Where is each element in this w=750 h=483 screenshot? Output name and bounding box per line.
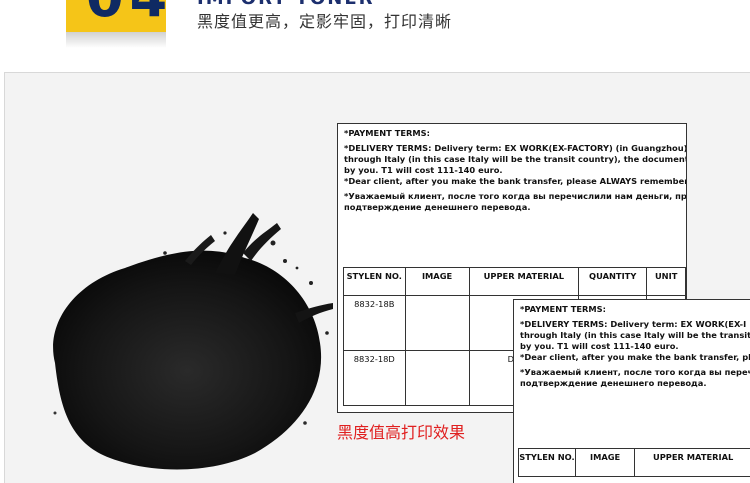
product-showcase-panel: *PAYMENT TERMS: *DELIVERY TERMS: Deliver… [4, 72, 750, 483]
table-header-row: STYLEN NO. IMAGE UPPER MATERIAL [518, 448, 750, 477]
sheet-line: *Dear client, after you make the bank tr… [344, 176, 687, 186]
print-sample-sheet-overlay: *PAYMENT TERMS: *DELIVERY TERMS: Deliver… [513, 299, 750, 483]
section-header: 04 IMPORT TONER 黑度值更高，定影牢固，打印清晰 [0, 0, 750, 66]
sheet-line: *Уважаемый клиент, после того когда вы п… [520, 367, 750, 377]
table-cell: 8832-18D [343, 350, 406, 406]
sheet-line: through Italy (in this case Italy will b… [520, 330, 750, 340]
column-header: IMAGE [404, 267, 470, 296]
column-header: STYLEN NO. [518, 448, 576, 477]
column-header: QUANTITY [578, 267, 648, 296]
sheet-line: *DELIVERY TERMS: Delivery term: EX WORK(… [520, 319, 747, 329]
column-header: UPPER MATERIAL [468, 267, 580, 296]
table-cell: 8832-18B [343, 295, 406, 351]
sheet-line: *DELIVERY TERMS: Delivery term: EX WORK(… [344, 143, 687, 153]
table-cell [404, 295, 470, 351]
column-header: UPPER MATERIAL [634, 448, 750, 477]
section-subtitle: 黑度值更高，定影牢固，打印清晰 [197, 12, 453, 31]
sheet-line: подтверждение денешнего перевода. [344, 202, 531, 212]
sheet-line: by you. T1 will cost 111-140 euro. [520, 341, 679, 351]
toner-powder-image [53, 213, 333, 470]
badge-shadow [66, 32, 166, 48]
column-header: IMAGE [574, 448, 636, 477]
sheet-line: подтверждение денешнего перевода. [520, 378, 707, 388]
column-header: UNIT [646, 267, 686, 296]
product-table-overlay: STYLEN NO. IMAGE UPPER MATERIAL [518, 448, 750, 477]
sheet-line: *Уважаемый клиент, после того когда вы п… [344, 191, 687, 201]
sheet-line: *PAYMENT TERMS: [520, 304, 606, 314]
print-effect-caption: 黑度值高打印效果 [337, 423, 466, 442]
sheet-line: by you. T1 will cost 111-140 euro. [344, 165, 503, 175]
column-header: STYLEN NO. [343, 267, 406, 296]
sheet-line: *PAYMENT TERMS: [344, 128, 430, 138]
sheet-line: through Italy (in this case Italy will b… [344, 154, 687, 164]
table-header-row: STYLEN NO. IMAGE UPPER MATERIAL QUANTITY… [343, 267, 686, 296]
table-cell [404, 350, 470, 406]
sheet-line: *Dear client, after you make the bank tr… [520, 352, 750, 362]
section-number: 04 [86, 0, 173, 29]
